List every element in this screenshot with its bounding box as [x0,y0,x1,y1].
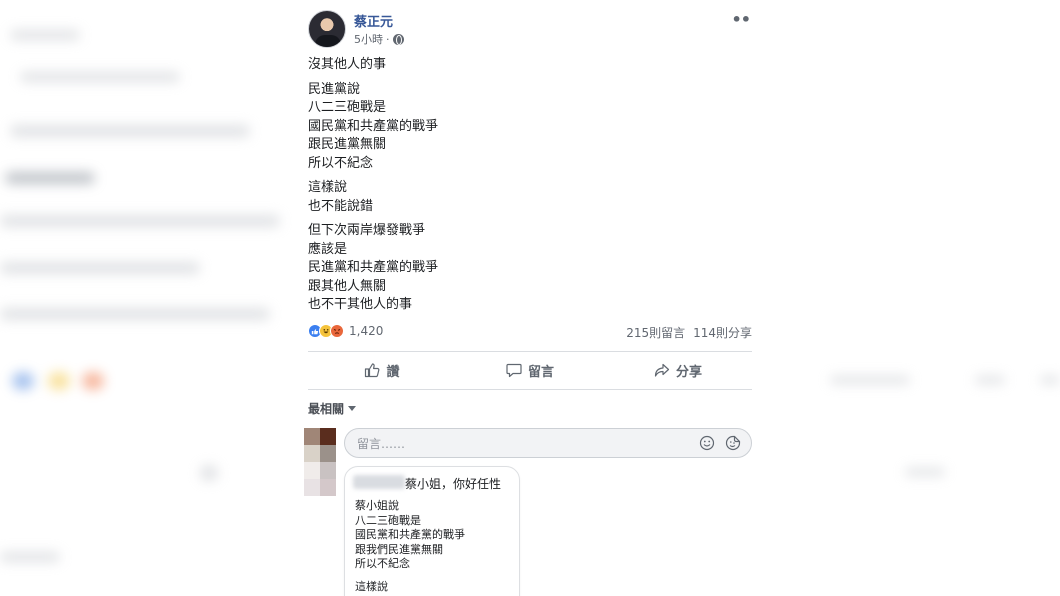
share-arrow-icon [654,362,670,378]
caret-down-icon [348,406,357,411]
sticker-icon[interactable] [725,435,741,451]
post-meta: 5小時 · [354,31,404,47]
post-line: 也不能說錯 [308,198,374,214]
reply-line: 所以不紀念 [355,557,410,570]
reply-body-text: 蔡小姐說 八二三砲戰是 國民黨和共產黨的戰爭 跟我們民進黨無關 所以不紀念這樣說 [355,499,465,594]
reply-line: 國民黨和共產黨的戰爭 [355,528,465,541]
like-label: 讚 [386,364,400,380]
share-label: 分享 [675,364,702,380]
comment-count[interactable]: 215則留言 [626,324,685,341]
meta-separator: · [386,32,390,46]
post-paragraph: 這樣說 也不能說錯 [308,179,748,216]
comment-label: 留言 [527,364,554,380]
post-header: 蔡正元 5小時 · •• [308,8,752,50]
comment-button[interactable]: 留言 [456,352,604,388]
post-line: 民進黨說 [308,81,361,97]
reaction-count[interactable]: 1,420 [349,324,383,338]
thumbs-up-icon [364,362,380,378]
reply-line: 跟我們民進黨無關 [355,542,443,556]
comment-input[interactable] [357,435,677,453]
post-line: 也不干其他人的事 [308,297,413,312]
post-paragraph: 沒其他人的事 [308,56,748,75]
facebook-post: 蔡正元 5小時 · •• 沒其他人的事 民進黨說 八二三砲戰是 國民黨和共產黨的戰爭跟… [298,0,762,596]
commenter-avatar[interactable] [304,428,336,496]
post-line: 應該是 [308,241,348,257]
reactions-summary[interactable]: 1,420 [308,324,383,338]
like-button[interactable]: 讚 [308,352,456,388]
post-time[interactable]: 5小時 [354,31,383,47]
post-line: 民進黨和共產黨的戰爭 [308,260,439,275]
post-line: 八二三砲戰是 [308,100,387,115]
comment-input-box[interactable] [344,428,752,458]
more-options-button[interactable]: •• [732,10,751,29]
author-avatar[interactable] [308,10,346,48]
reply-line: 這樣說 [355,579,388,593]
engagement-counts: 215則留言 114則分享 [626,324,752,341]
reply-comment: 蔡小姐，你好任性 蔡小姐說 八二三砲戰是 國民黨和共產黨的戰爭 跟我們民進黨無關 所以不… [344,466,520,596]
comment-sort-dropdown[interactable]: 最相關 [308,400,357,417]
emoji-icon[interactable] [699,435,715,451]
share-count[interactable]: 114則分享 [693,324,752,341]
post-line: 沒其他人的事 [308,57,387,72]
post-actions: 讚 留言 分享 [308,352,752,388]
author-name[interactable]: 蔡正元 [354,11,393,30]
redacted-commenter-name [353,475,405,489]
globe-icon [392,33,404,45]
post-line: 跟民進黨無關 [308,137,387,152]
comment-bubble-icon [506,362,522,378]
divider-bottom [308,389,752,390]
reply-line: 八二三砲戰是 [355,513,421,527]
reply-head-text: 蔡小姐，你好任性 [405,477,502,491]
post-paragraph: 但下次兩岸爆發戰爭 應該是民進黨和共產黨的戰爭 跟其他人無關也不干其他人的事 [308,222,748,315]
share-button[interactable]: 分享 [604,352,752,388]
reply-line: 蔡小姐說 [355,499,399,512]
post-stats: 1,420 215則留言 114則分享 [308,322,752,342]
post-paragraph: 民進黨說八二三砲戰是國民黨和共產黨的戰爭 跟民進黨無關 所以不紀念 [308,81,748,174]
post-line: 這樣說 [308,180,348,195]
post-line: 但下次兩岸爆發戰爭 [308,223,426,238]
post-line: 所以不紀念 [308,155,374,171]
post-text: 沒其他人的事 民進黨說八二三砲戰是國民黨和共產黨的戰爭 跟民進黨無關 所以不紀念這樣說… [308,56,748,321]
sort-label: 最相關 [308,402,345,416]
post-line: 跟其他人無關 [308,278,387,294]
angry-icon [330,324,344,338]
post-line: 國民黨和共產黨的戰爭 [308,118,439,134]
